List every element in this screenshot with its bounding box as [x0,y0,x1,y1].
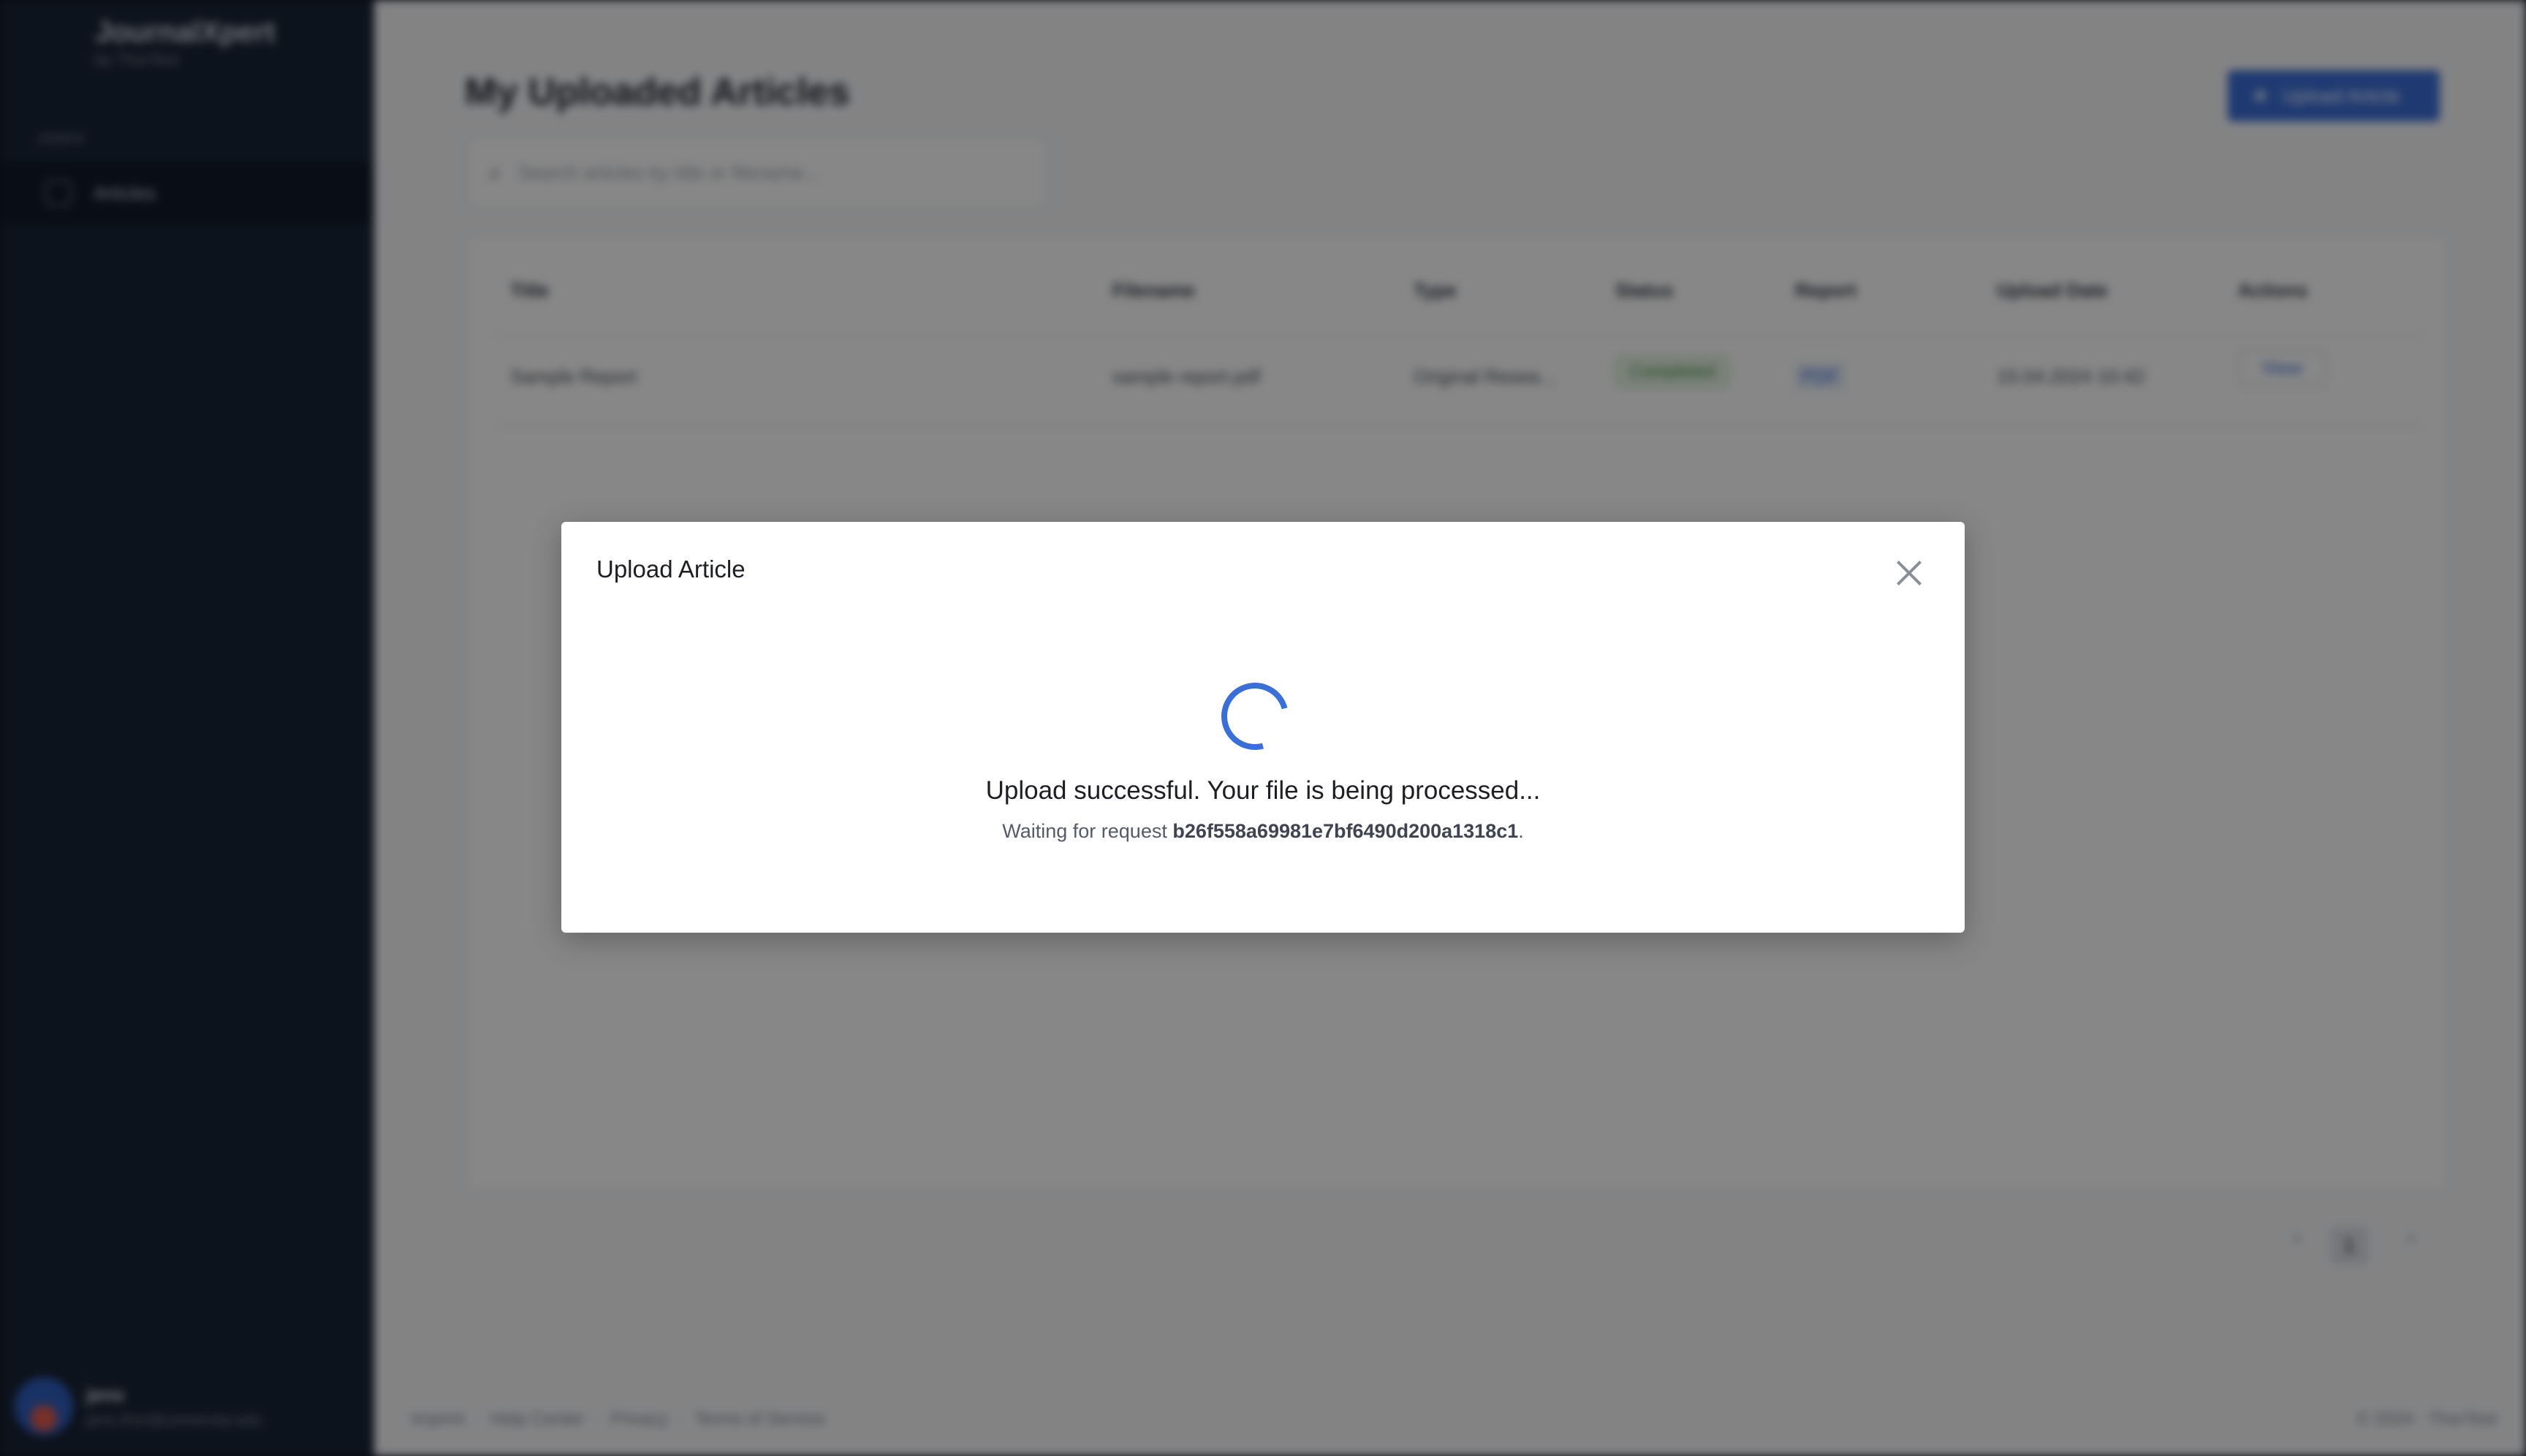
modal-title: Upload Article [596,556,746,583]
upload-status-message: Upload successful. Your file is being pr… [985,776,1541,805]
request-status-text: Waiting for request b26f558a69981e7bf649… [561,820,1965,843]
request-status-suffix: . [1518,820,1524,842]
close-icon[interactable] [1896,560,1922,586]
loading-spinner-icon [1209,670,1301,762]
request-id: b26f558a69981e7bf6490d200a1318c1 [1172,820,1519,842]
request-status-prefix: Waiting for request [1002,820,1173,842]
upload-article-modal: Upload Article Upload successful. Your f… [561,522,1965,933]
app-root: JournalXpert by ThorTest ADMIN Articles … [0,0,2526,1456]
